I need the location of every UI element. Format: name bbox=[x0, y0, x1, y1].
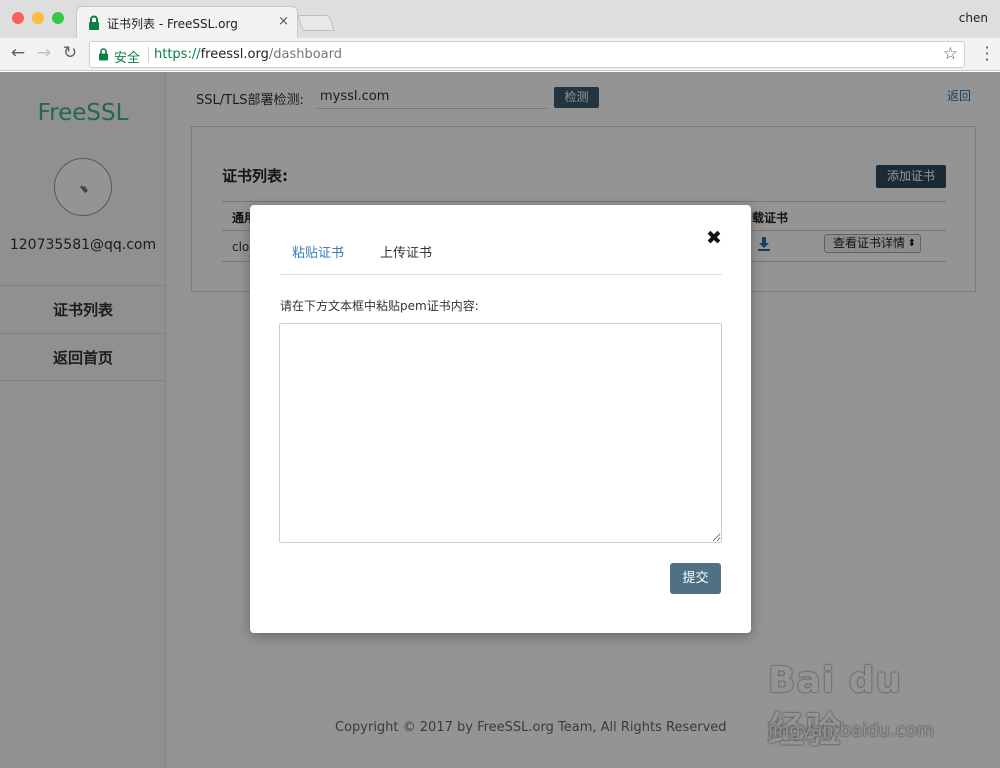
url-scheme: https:// bbox=[154, 47, 201, 62]
new-tab-button[interactable] bbox=[297, 15, 335, 31]
secure-label: 安全 bbox=[114, 51, 141, 66]
submit-button[interactable]: 提交 bbox=[670, 563, 721, 594]
browser-toolbar: ← → ↻ 安全 https://freessl.org/dashboard ☆… bbox=[0, 38, 1000, 71]
back-arrow-icon[interactable]: ← bbox=[8, 43, 28, 63]
forward-arrow-icon[interactable]: → bbox=[34, 43, 54, 63]
pem-instruction: 请在下方文本框中粘贴pem证书内容: bbox=[280, 299, 479, 313]
lock-icon bbox=[89, 15, 99, 30]
minimize-window-button[interactable] bbox=[32, 12, 44, 24]
modal-tabs: 粘贴证书 上传证书 bbox=[280, 245, 722, 275]
reload-icon[interactable]: ↻ bbox=[60, 43, 80, 63]
tab-close-icon[interactable]: × bbox=[278, 14, 289, 29]
address-bar[interactable]: 安全 https://freessl.org/dashboard ☆ bbox=[89, 41, 965, 68]
close-window-button[interactable] bbox=[12, 12, 24, 24]
pem-textarea[interactable] bbox=[279, 323, 722, 543]
profile-name[interactable]: chen bbox=[959, 11, 988, 25]
browser-menu-icon[interactable]: · · · bbox=[984, 40, 990, 68]
bookmark-star-icon[interactable]: ☆ bbox=[943, 44, 958, 64]
tab-upload-cert[interactable]: 上传证书 bbox=[380, 245, 440, 275]
url-host: freessl.org bbox=[200, 47, 269, 62]
url-text[interactable]: https://freessl.org/dashboard bbox=[154, 47, 342, 62]
tab-title: 证书列表 - FreeSSL.org bbox=[107, 17, 238, 31]
add-cert-modal: ✖ 粘贴证书 上传证书 请在下方文本框中粘贴pem证书内容: 提交 bbox=[250, 205, 751, 633]
address-separator bbox=[148, 47, 149, 63]
tab-paste-cert[interactable]: 粘贴证书 bbox=[292, 245, 352, 275]
browser-titlebar: 证书列表 - FreeSSL.org × chen bbox=[0, 0, 1000, 38]
browser-tab[interactable]: 证书列表 - FreeSSL.org × bbox=[76, 6, 298, 38]
url-path: /dashboard bbox=[268, 47, 343, 62]
secure-lock-icon bbox=[99, 48, 108, 61]
maximize-window-button[interactable] bbox=[52, 12, 64, 24]
